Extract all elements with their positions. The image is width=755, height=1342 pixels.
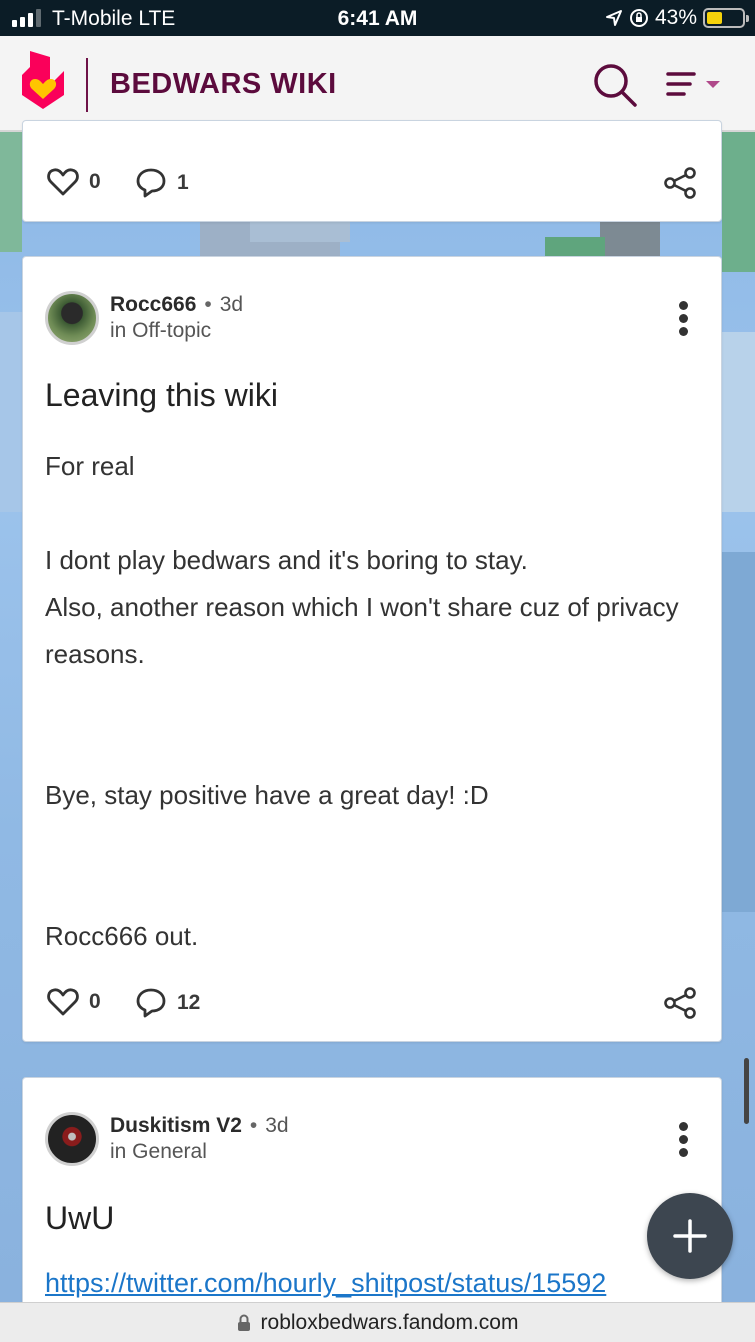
location-icon: [605, 10, 622, 26]
post-category[interactable]: in Off-topic: [110, 319, 211, 343]
like-button[interactable]: 0: [47, 167, 101, 197]
post-title[interactable]: Leaving this wiki: [45, 377, 278, 414]
body-line: Bye, stay positive have a great day! :D: [45, 780, 489, 810]
search-icon[interactable]: [592, 62, 638, 108]
like-button[interactable]: 0: [47, 987, 101, 1017]
body-line: [45, 725, 685, 772]
post-card[interactable]: Rocc666 • 3d in Off-topic Leaving this wik…: [22, 256, 722, 1042]
body-line: Also, another reason which I won't share…: [45, 592, 679, 669]
post-author[interactable]: Duskitism V2 • 3d: [110, 1114, 289, 1138]
body-line: [45, 819, 685, 866]
author-name[interactable]: Duskitism V2: [110, 1114, 242, 1137]
body-line: I dont play bedwars and it's boring to s…: [45, 545, 528, 575]
more-options-icon[interactable]: [679, 1122, 689, 1158]
body-line: [45, 678, 685, 725]
post-link[interactable]: https://twitter.com/hourly_shitpost/stat…: [45, 1268, 606, 1299]
menu-icon[interactable]: [664, 68, 724, 102]
share-icon[interactable]: [663, 167, 697, 199]
body-line: Rocc666 out.: [45, 921, 199, 951]
wiki-header: BEDWARS WIKI: [0, 36, 755, 132]
plus-icon: [673, 1219, 707, 1253]
separator-dot: •: [204, 293, 212, 316]
fandom-logo-icon[interactable]: [20, 49, 66, 111]
more-options-icon[interactable]: [679, 301, 689, 337]
header-divider: [86, 58, 88, 112]
rotation-lock-icon: [629, 9, 648, 27]
post-age: 3d: [219, 293, 244, 316]
lock-icon: [237, 1314, 250, 1331]
post-body[interactable]: For real I dont play bedwars and it's bo…: [45, 443, 685, 960]
post-age: 3d: [265, 1114, 289, 1137]
comment-count: 12: [177, 991, 201, 1014]
body-line: [45, 866, 685, 913]
heart-icon: [47, 988, 79, 1016]
author-name[interactable]: Rocc666: [110, 293, 196, 316]
avatar[interactable]: [45, 291, 99, 345]
battery-percent: 43%: [654, 6, 697, 29]
heart-icon: [47, 168, 79, 196]
comment-button[interactable]: 1: [135, 167, 189, 199]
post-card[interactable]: 0 1: [22, 120, 722, 222]
share-icon[interactable]: [663, 987, 697, 1019]
battery-icon: [703, 8, 749, 28]
avatar[interactable]: [45, 1112, 99, 1166]
comment-count: 1: [177, 171, 189, 194]
like-count: 0: [89, 990, 101, 1013]
separator-dot: •: [249, 1114, 258, 1137]
post-author[interactable]: Rocc666 • 3d: [110, 293, 243, 317]
comment-icon: [136, 988, 166, 1018]
comment-icon: [136, 168, 166, 198]
scrollbar[interactable]: [744, 1058, 749, 1124]
status-bar: T-Mobile LTE 6:41 AM 43%: [0, 0, 755, 36]
post-actions: 0 1: [47, 167, 697, 201]
body-line: [45, 490, 685, 537]
url-domain: robloxbedwars.fandom.com: [260, 1310, 519, 1334]
post-actions: 0 12: [47, 987, 697, 1021]
post-category[interactable]: in General: [110, 1140, 207, 1164]
comment-button[interactable]: 12: [135, 987, 200, 1019]
create-post-button[interactable]: [647, 1193, 733, 1279]
post-title[interactable]: UwU: [45, 1200, 114, 1237]
url-bar[interactable]: robloxbedwars.fandom.com: [0, 1302, 755, 1342]
wiki-title[interactable]: BEDWARS WIKI: [110, 68, 337, 101]
body-line: For real: [45, 451, 135, 481]
post-card[interactable]: Duskitism V2 • 3d in General UwU https://t…: [22, 1077, 722, 1317]
like-count: 0: [89, 170, 101, 193]
